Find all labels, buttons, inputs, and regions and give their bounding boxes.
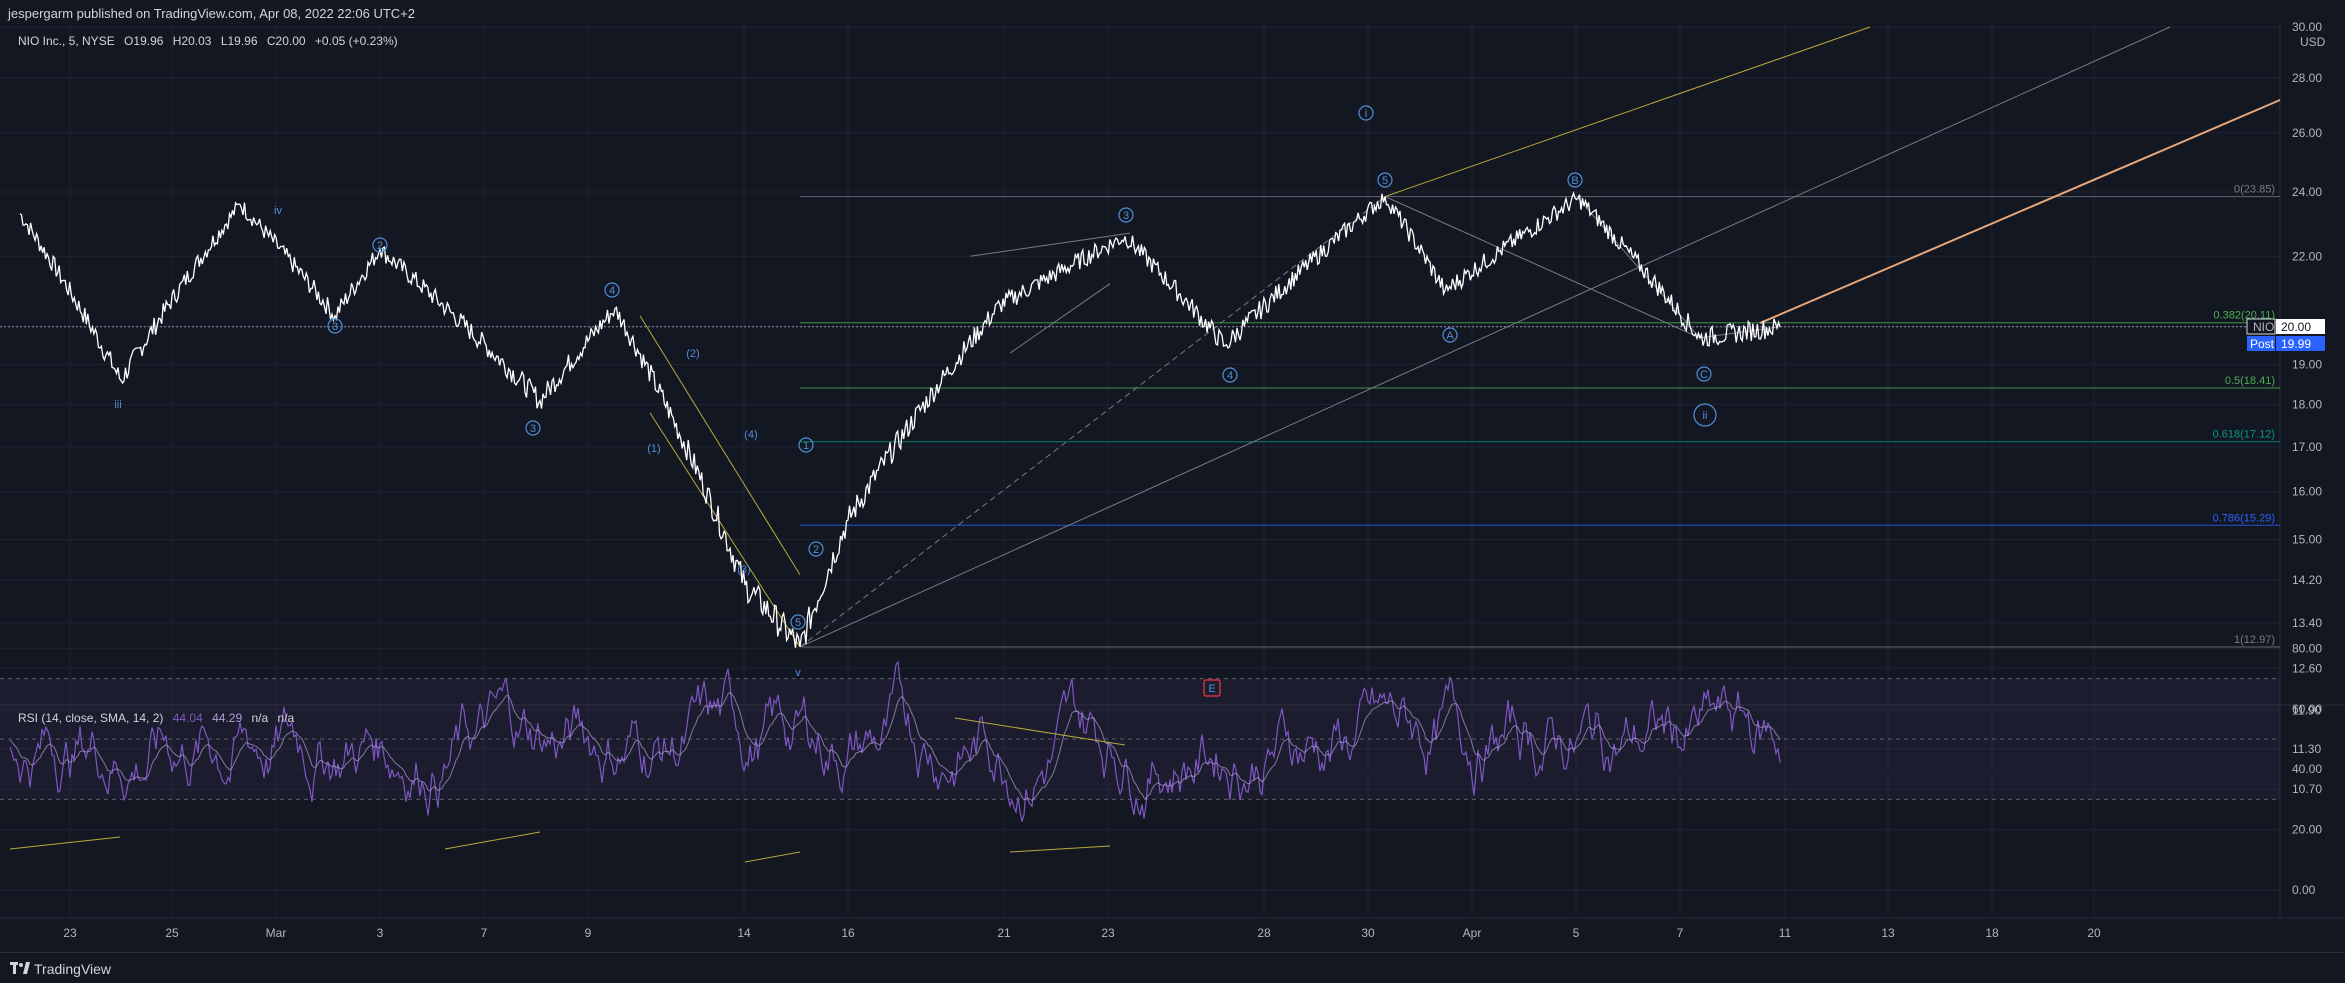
wave-label-text: (4) — [744, 429, 757, 441]
chart-background — [0, 24, 2345, 952]
rsi-y-tick-label: 40.00 — [2292, 762, 2322, 776]
y-tick-label: 17.00 — [2292, 440, 2322, 454]
wave-label-text: iv — [274, 205, 282, 217]
legend-symbol: NIO Inc., 5, NYSE O19.96 H20.03 L19.96 C… — [18, 34, 398, 48]
x-tick-label: 5 — [1573, 926, 1580, 940]
x-tick-label: Apr — [1463, 926, 1482, 940]
wave-label-text: 2 — [377, 240, 383, 252]
wave-label-text: (3) — [737, 564, 750, 576]
x-tick-label: 7 — [481, 926, 488, 940]
x-tick-label: 23 — [1101, 926, 1115, 940]
x-tick-label: 3 — [377, 926, 384, 940]
x-tick-label: 20 — [2087, 926, 2101, 940]
x-tick-label: 13 — [1881, 926, 1895, 940]
wave-label-text: 3 — [332, 321, 338, 333]
price-marker-post-label: Post — [2250, 337, 2275, 351]
wave-label-text: (1) — [647, 443, 660, 455]
y-tick-label: 18.00 — [2292, 398, 2322, 412]
wave-label-text: 5 — [1382, 175, 1388, 187]
y-tick-label: 13.40 — [2292, 616, 2322, 630]
brand-name: TradingView — [34, 961, 112, 977]
y-tick-label: 12.60 — [2292, 661, 2322, 675]
price-marker-post: 19.99 — [2281, 337, 2311, 351]
rsi-legend: RSI (14, close, SMA, 14, 2) 44.04 44.29 … — [18, 711, 295, 725]
wave-label: iv — [274, 205, 282, 217]
x-tick-label: 18 — [1985, 926, 1999, 940]
wave-label: (2) — [686, 348, 699, 360]
wave-label-text: C — [1700, 369, 1708, 381]
wave-label-text: 3 — [530, 423, 536, 435]
y-tick-label: 22.00 — [2292, 249, 2322, 263]
x-tick-label: 30 — [1361, 926, 1375, 940]
x-tick-label: 25 — [165, 926, 179, 940]
tradingview-logo-icon — [10, 962, 30, 974]
wave-label-text: 5 — [795, 617, 801, 629]
wave-label-text: E — [1208, 683, 1215, 695]
wave-label-text: 3 — [1123, 210, 1129, 222]
chart-canvas[interactable]: 0(23.85)0.382(20.11)0.5(18.41)0.618(17.1… — [0, 0, 2345, 952]
wave-label: iii — [114, 399, 121, 411]
rsi-y-tick-label: 80.00 — [2292, 641, 2322, 655]
x-tick-label: 9 — [585, 926, 592, 940]
x-tick-label: Mar — [266, 926, 287, 940]
x-tick-label: 14 — [737, 926, 751, 940]
x-tick-label: 16 — [841, 926, 855, 940]
wave-label-text: ii — [1703, 410, 1708, 422]
y-tick-label: 28.00 — [2292, 71, 2322, 85]
x-tick-label: 23 — [63, 926, 77, 940]
fib-label: 0.786(15.29) — [2213, 512, 2275, 524]
wave-label-text: v — [795, 667, 801, 679]
wave-label-text: 4 — [1227, 370, 1233, 382]
wave-label-text: B — [1571, 175, 1578, 187]
wave-label-text: 2 — [813, 544, 819, 556]
wave-label: (3) — [737, 564, 750, 576]
y-tick-label: 30.00 — [2292, 20, 2322, 34]
x-tick-label: 11 — [1779, 926, 1792, 940]
y-tick-label: 24.00 — [2292, 185, 2322, 199]
fib-label: 0.5(18.41) — [2225, 375, 2275, 387]
y-tick-label: 26.00 — [2292, 126, 2322, 140]
y-tick-label: 11.30 — [2292, 742, 2321, 756]
y-tick-label: 16.00 — [2292, 485, 2322, 499]
fib-label: 0(23.85) — [2234, 184, 2275, 196]
y-tick-label: 19.00 — [2292, 358, 2322, 372]
wave-label-text: 4 — [609, 285, 615, 297]
wave-label: (4) — [744, 429, 757, 441]
bottom-bar: TradingView — [0, 952, 2345, 983]
wave-label-text: A — [1446, 330, 1454, 342]
wave-label: v — [795, 667, 801, 679]
wave-label-text: 1 — [803, 440, 809, 452]
wave-label-text: iii — [114, 399, 121, 411]
wave-label-text: i — [1365, 108, 1367, 120]
y-tick-label: 15.00 — [2292, 532, 2322, 546]
x-tick-label: 21 — [997, 926, 1011, 940]
x-tick-label: 7 — [1677, 926, 1684, 940]
y-tick-label: 14.20 — [2292, 573, 2322, 587]
y-tick-label: 11.90 — [2292, 704, 2321, 718]
y-tick-label: 10.70 — [2292, 782, 2322, 796]
price-marker-last: 20.00 — [2281, 320, 2311, 334]
fib-label: 1(12.97) — [2234, 634, 2275, 646]
fib-label: 0.618(17.12) — [2213, 429, 2275, 441]
x-tick-label: 28 — [1257, 926, 1271, 940]
wave-label-text: (2) — [686, 348, 699, 360]
price-marker-symbol: NIO — [2253, 320, 2274, 334]
wave-label: (1) — [647, 443, 660, 455]
rsi-y-tick-label: 0.00 — [2292, 883, 2316, 897]
rsi-y-tick-label: 20.00 — [2292, 823, 2322, 837]
currency-label: USD — [2300, 35, 2326, 49]
